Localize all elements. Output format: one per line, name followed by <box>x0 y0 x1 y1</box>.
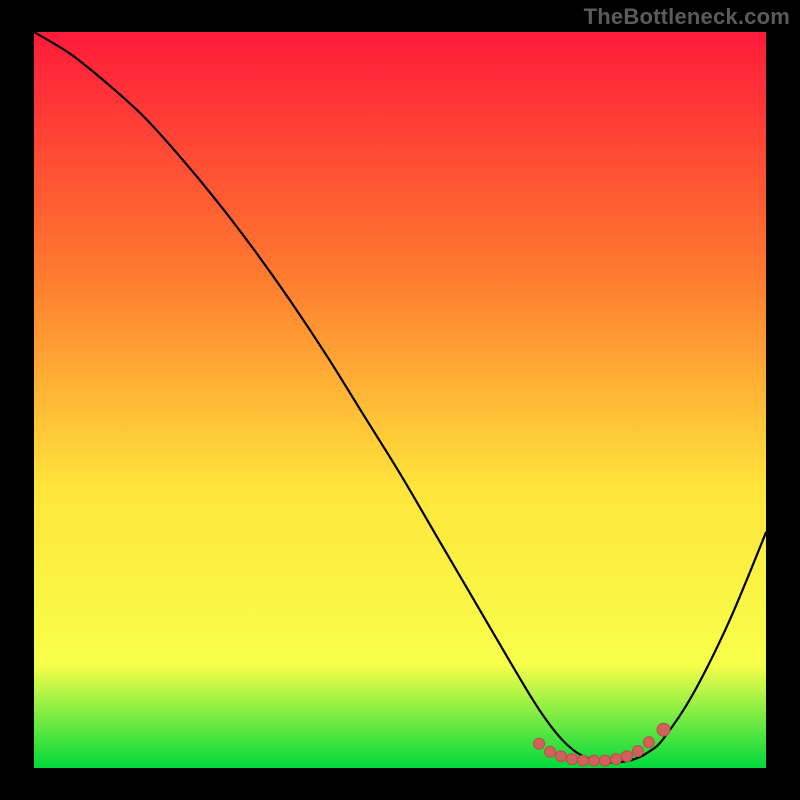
chart-frame: TheBottleneck.com <box>0 0 800 800</box>
optimal-band-dot <box>621 751 632 762</box>
gradient-background <box>34 32 766 768</box>
optimal-band-dot <box>567 754 578 765</box>
highlight-dot <box>657 723 670 736</box>
optimal-band-dot <box>588 755 599 766</box>
optimal-band-dot <box>578 755 589 766</box>
optimal-band-dot <box>610 754 621 765</box>
optimal-band-dot <box>643 737 654 748</box>
optimal-band-dot <box>534 738 545 749</box>
optimal-band-dot <box>632 746 643 757</box>
bottleneck-chart-svg <box>34 32 766 768</box>
optimal-band-dot <box>599 755 610 766</box>
plot-area <box>34 32 766 768</box>
optimal-band-dot <box>545 746 556 757</box>
watermark-text: TheBottleneck.com <box>584 4 790 30</box>
highlight-point-marker <box>657 723 670 736</box>
optimal-band-dot <box>556 751 567 762</box>
